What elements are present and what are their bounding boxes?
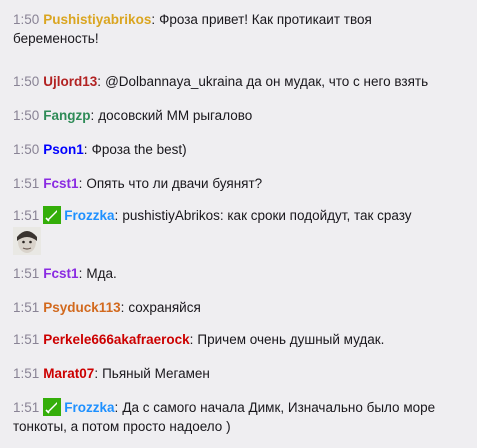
chat-message: 1:50 Ujlord13: @Dolbannaya_ukraina да он м… (13, 74, 429, 89)
message-text: Да с самого начала Димк, Изначально было… (122, 400, 436, 415)
timestamp: 1:51 (13, 176, 40, 191)
username[interactable]: Fcst1 (43, 176, 78, 191)
chat-message: 1:51 Frozzka: pushistiyAbrikos: как сроки … (0, 206, 470, 255)
message-text: Опять что ли двачи буянят? (86, 176, 263, 191)
username[interactable]: Fangzp (43, 108, 90, 123)
username[interactable]: Ujlord13 (43, 74, 97, 89)
chat-log: 1:50 Pushistiyabrikos: Фроза привет! Как п… (0, 0, 477, 448)
message-text: сохраняйся (128, 300, 201, 315)
chat-message: 1:51 Frozzka: Да с самого начала Димк, Изн… (13, 398, 436, 434)
message-text: Пьяный Мегамен (102, 366, 210, 381)
chat-message: 1:51 Fcst1: Мда. (13, 266, 117, 281)
chat-message: 1:51 Psyduck113: сохраняйся (13, 300, 201, 315)
timestamp: 1:50 (13, 74, 40, 89)
moderator-sword-icon[interactable] (43, 398, 62, 416)
message-text: Фроза the best) (91, 142, 187, 157)
message-text: @Dolbannaya_ukraina да он мудак, что с н… (105, 74, 429, 89)
username[interactable]: Psyduck113 (43, 300, 120, 315)
timestamp: 1:50 (13, 142, 40, 157)
chat-message: 1:51 Fcst1: Опять что ли двачи буянят? (13, 176, 263, 191)
message-text: Причем очень душный мудак. (197, 332, 385, 347)
chat-message: 1:50 Fangzp: досовский ММ рыгалово (13, 108, 253, 123)
message-text: pushistiyAbrikos: как сроки подойдут, та… (122, 208, 412, 223)
chat-message: 1:51 Perkele666akafraerock: Причем очень д… (13, 332, 385, 347)
timestamp: 1:51 (13, 208, 40, 223)
message-text: Мда. (86, 266, 117, 281)
chat-message: 1:50 Pson1: Фроза the best) (13, 142, 187, 157)
moderator-sword-icon[interactable] (43, 206, 62, 224)
timestamp: 1:50 (13, 108, 40, 123)
timestamp: 1:51 (13, 366, 40, 381)
username[interactable]: Fcst1 (43, 266, 78, 281)
chat-message: 1:51 Marat07: Пьяный Мегамен (13, 366, 210, 381)
username[interactable]: Frozzka (64, 208, 114, 223)
face-emote-icon (13, 227, 41, 255)
timestamp: 1:51 (13, 300, 40, 315)
username[interactable]: Pushistiyabrikos (43, 12, 151, 27)
chat-message: 1:50 Pushistiyabrikos: Фроза привет! Как п… (13, 12, 372, 46)
timestamp: 1:51 (13, 400, 40, 415)
message-text: досовский ММ рыгалово (98, 108, 253, 123)
message-text-continued: тонкоты, а потом просто надоело ) (13, 419, 231, 434)
message-text: Фроза привет! Как протикаит твоя (159, 12, 372, 27)
timestamp: 1:51 (13, 332, 40, 347)
username[interactable]: Frozzka (64, 400, 114, 415)
timestamp: 1:50 (13, 12, 40, 27)
message-text-continued: беременость! (13, 31, 99, 46)
username[interactable]: Perkele666akafraerock (43, 332, 189, 347)
username[interactable]: Marat07 (43, 366, 94, 381)
timestamp: 1:51 (13, 266, 40, 281)
username[interactable]: Pson1 (43, 142, 84, 157)
